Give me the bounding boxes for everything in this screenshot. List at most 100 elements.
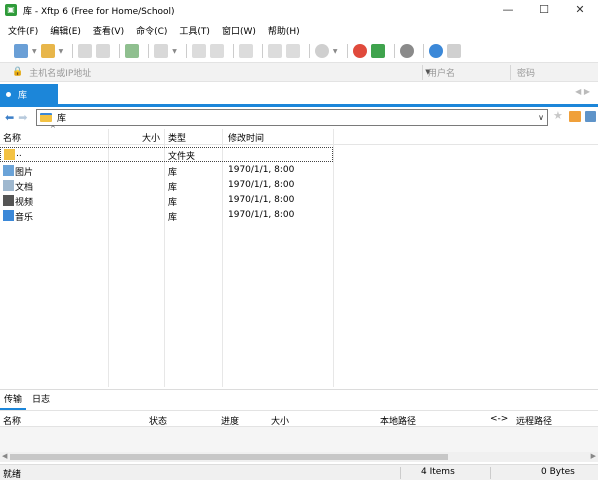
home-icon[interactable] — [569, 111, 581, 122]
close-button[interactable]: ✕ — [562, 0, 598, 20]
file-row[interactable]: 视频 库 1970/1/1, 8:00 — [0, 193, 333, 208]
divider — [490, 467, 491, 479]
chevron-down-icon[interactable]: ▼ — [172, 48, 177, 55]
bottom-panel-tabs: 传输 日志 — [0, 389, 598, 410]
forward-arrow-icon[interactable]: ➡ — [18, 111, 27, 124]
item-count: 4 Items — [421, 467, 455, 477]
stop-icon[interactable] — [314, 44, 329, 58]
connect-icon[interactable] — [78, 44, 93, 58]
scrollbar-thumb[interactable] — [10, 454, 448, 460]
divider — [510, 65, 511, 80]
new-session-icon[interactable] — [14, 44, 28, 58]
file-row[interactable]: 音乐 库 1970/1/1, 8:00 — [0, 208, 333, 223]
column-size[interactable]: 大小 — [142, 131, 160, 144]
column-name[interactable]: 名称 — [3, 131, 21, 144]
file-type: 库 — [168, 198, 178, 208]
chat-icon[interactable] — [446, 44, 461, 58]
copy-icon[interactable] — [191, 44, 206, 58]
chevron-down-icon[interactable]: ▼ — [59, 48, 64, 55]
toolbar-divider — [72, 44, 74, 58]
music-icon — [3, 210, 14, 221]
file-row[interactable]: .. 文件夹 — [0, 147, 333, 162]
divider — [400, 467, 401, 479]
password-input[interactable]: 密码 — [517, 66, 535, 79]
documents-icon — [3, 180, 14, 191]
videos-icon — [3, 195, 14, 206]
column-modified[interactable]: 修改时间 — [228, 131, 264, 144]
scroll-right-icon[interactable]: ▶ — [591, 452, 596, 460]
chevron-down-icon[interactable]: ∨ — [538, 113, 544, 122]
menu-help[interactable]: 帮助(H) — [268, 24, 300, 37]
transfer-column-size[interactable]: 大小 — [271, 414, 289, 427]
menu-edit[interactable]: 编辑(E) — [50, 24, 81, 37]
help-icon[interactable] — [428, 44, 443, 58]
pictures-icon — [3, 165, 14, 176]
open-folder-icon[interactable] — [40, 44, 55, 58]
file-modified: 1970/1/1, 8:00 — [228, 210, 295, 220]
gear-icon[interactable] — [399, 44, 414, 58]
file-row[interactable]: 图片 库 1970/1/1, 8:00 — [0, 163, 333, 178]
bookmark-star-icon[interactable]: ★ — [553, 109, 563, 122]
xftp-icon[interactable] — [370, 44, 385, 58]
toolbar-divider — [232, 44, 234, 58]
toolbar-divider — [393, 44, 395, 58]
new-tab-icon[interactable] — [125, 44, 140, 58]
transfer-column-name[interactable]: 名称 — [3, 414, 21, 427]
file-modified: 1970/1/1, 8:00 — [228, 165, 295, 175]
back-arrow-icon[interactable]: ⬅ — [5, 111, 14, 124]
xshell-icon[interactable] — [352, 44, 367, 58]
sort-arrow-icon: ^ — [50, 125, 56, 133]
tab-log[interactable]: 日志 — [28, 390, 54, 410]
status-bar: 就绪 4 Items 0 Bytes — [0, 464, 598, 480]
window-controls: — ☐ ✕ — [490, 0, 598, 20]
menu-window[interactable]: 窗口(W) — [222, 24, 256, 37]
toolbar-divider — [185, 44, 187, 58]
transfer-list — [0, 427, 598, 452]
disconnect-icon[interactable] — [96, 44, 111, 58]
file-type: 文件夹 — [168, 152, 196, 162]
paste-icon[interactable] — [209, 44, 224, 58]
transfer-column-status[interactable]: 状态 — [149, 414, 167, 427]
username-input[interactable]: 用户名 — [428, 66, 455, 79]
minimize-button[interactable]: — — [490, 0, 526, 20]
file-name: .. — [16, 149, 22, 159]
transfer-column-local-path[interactable]: 本地路径 — [380, 414, 416, 427]
terminal-icon[interactable] — [154, 44, 169, 58]
horizontal-scrollbar[interactable]: ◀ ▶ — [0, 452, 598, 462]
toolbar-divider — [261, 44, 263, 58]
delete-icon[interactable] — [285, 44, 300, 58]
sync-icon[interactable] — [238, 44, 253, 58]
file-name: 文档 — [15, 183, 34, 193]
menu-command[interactable]: 命令(C) — [136, 24, 167, 37]
menu-tools[interactable]: 工具(T) — [179, 24, 210, 37]
tab-scroll-arrows[interactable]: ◀ ▶ — [575, 87, 590, 96]
chevron-down-icon[interactable]: ▼ — [32, 48, 37, 55]
transfer-column-progress[interactable]: 进度 — [221, 414, 239, 427]
host-input[interactable]: 主机名或IP地址 — [29, 66, 419, 79]
library-folder-icon — [40, 113, 52, 122]
session-tabs: 库 ◀ ▶ — [0, 84, 598, 104]
file-list-header: ^ 名称 大小 类型 修改时间 — [0, 125, 598, 145]
chevron-down-icon[interactable]: ▼ — [333, 48, 338, 55]
column-type[interactable]: 类型 — [168, 131, 186, 144]
scroll-left-icon[interactable]: ◀ — [2, 452, 7, 460]
maximize-button[interactable]: ☐ — [526, 0, 562, 20]
transfer-column-direction[interactable]: <-> — [490, 414, 508, 424]
file-modified: 1970/1/1, 8:00 — [228, 180, 295, 190]
tab-library[interactable]: 库 — [0, 84, 58, 104]
menu-file[interactable]: 文件(F) — [8, 24, 38, 37]
tab-transfers[interactable]: 传输 — [0, 390, 27, 410]
toolbar: ▼ ▼ ▼ ▼ — [0, 40, 598, 62]
path-input[interactable]: 库 ∨ — [36, 109, 548, 126]
divider — [422, 65, 423, 80]
menu-view[interactable]: 查看(V) — [93, 24, 124, 37]
up-folder-icon[interactable] — [585, 111, 596, 122]
transfer-column-remote-path[interactable]: 远程路径 — [516, 414, 552, 427]
parent-folder-icon — [4, 149, 15, 160]
path-value: 库 — [57, 114, 67, 124]
file-type: 库 — [168, 168, 178, 178]
total-size: 0 Bytes — [541, 467, 575, 477]
transfer-list-header: 名称 状态 进度 大小 本地路径 <-> 远程路径 — [0, 410, 598, 427]
file-row[interactable]: 文档 库 1970/1/1, 8:00 — [0, 178, 333, 193]
properties-icon[interactable] — [267, 44, 282, 58]
